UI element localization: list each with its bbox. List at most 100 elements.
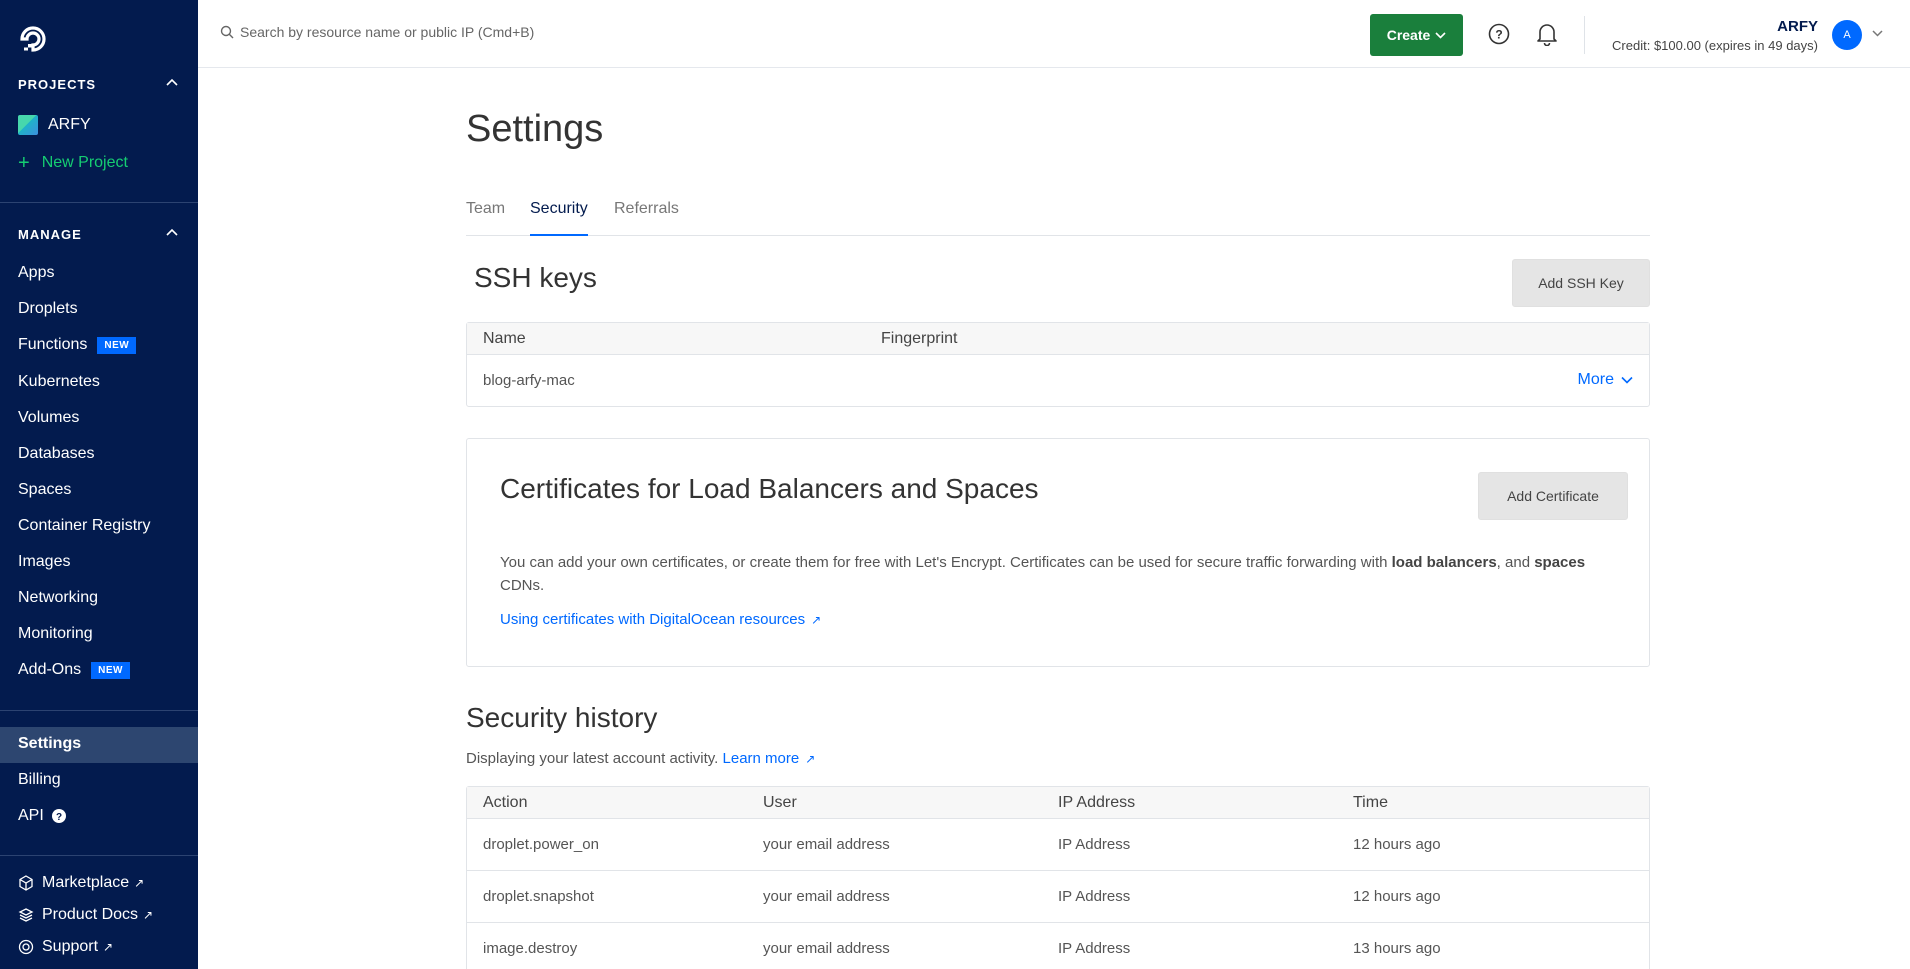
sidebar-item-label: Functions [18,336,88,353]
new-badge: NEW [97,336,137,354]
sidebar-item-add-ons[interactable]: Add-Ons NEW [18,661,130,679]
svg-text:?: ? [56,812,62,823]
notifications-bell-icon[interactable] [1536,22,1558,46]
new-project-link[interactable]: + New Project [18,153,128,173]
cell-user: your email address [763,836,890,853]
sidebar-item-kubernetes[interactable]: Kubernetes [18,373,100,391]
chevron-up-icon[interactable] [166,78,178,86]
top-bar: Create ? ARFY Credit: $100.00 (expires i… [198,0,1910,68]
ssh-keys-table: Name Fingerprint blog-arfy-mac More [466,322,1650,407]
desc-bold-load-balancers: load balancers [1391,554,1497,571]
manage-section-title: MANAGE [18,227,82,242]
sidebar-item-databases[interactable]: Databases [18,445,95,463]
chevron-up-icon[interactable] [166,228,178,236]
chevron-down-icon [1621,376,1633,384]
certificates-description: You can add your own certificates, or cr… [500,551,1620,597]
sidebar-item-functions[interactable]: Functions NEW [18,336,137,354]
help-icon[interactable]: ? [1488,23,1510,45]
page-title: Settings [466,108,604,150]
external-link-icon: ↗ [805,752,816,766]
sidebar-item-container-registry[interactable]: Container Registry [18,517,151,535]
cell-action: droplet.snapshot [483,888,594,905]
certificates-docs-link[interactable]: Using certificates with DigitalOcean res… [500,611,821,628]
topbar-divider [1584,16,1585,54]
sidebar-divider [0,855,198,856]
external-link-icon: ↗ [103,940,114,954]
sidebar-item-label: Apps [18,264,55,281]
sidebar-item-label: Droplets [18,300,78,317]
search-input[interactable] [240,24,640,40]
column-header-action: Action [483,794,528,811]
cell-user: your email address [763,888,890,905]
sidebar-item-label: Kubernetes [18,373,100,390]
learn-more-link[interactable]: Learn more ↗ [723,750,816,767]
sidebar-item-label: Volumes [18,409,80,426]
table-header: Action User IP Address Time [467,787,1649,819]
sidebar-link-product-docs[interactable]: Product Docs ↗ [18,906,153,924]
external-link-icon: ↗ [811,613,822,627]
sidebar-item-api[interactable]: API ? [18,807,66,825]
sidebar-item-volumes[interactable]: Volumes [18,409,79,427]
sidebar-item-label: Container Registry [18,517,151,534]
avatar[interactable]: A [1832,20,1862,50]
sidebar-item-spaces[interactable]: Spaces [18,481,71,499]
ssh-keys-title: SSH keys [474,262,597,293]
sidebar-divider [0,202,198,203]
table-header: Name Fingerprint [467,323,1649,355]
sidebar-item-droplets[interactable]: Droplets [18,300,78,318]
cell-ip-address: IP Address [1058,940,1131,957]
new-badge: NEW [91,661,130,679]
sidebar-divider [0,710,198,711]
chevron-down-icon [1435,31,1446,39]
cell-ip-address: IP Address [1058,836,1131,853]
svg-text:?: ? [1495,28,1502,42]
marketplace-icon [19,875,33,891]
sidebar-item-label: Networking [18,589,99,606]
link-text: Using certificates with DigitalOcean res… [500,611,806,628]
sidebar-item-networking[interactable]: Networking [18,589,98,607]
docs-icon [18,908,34,922]
add-ssh-key-button[interactable]: Add SSH Key [1512,259,1650,307]
add-certificate-button[interactable]: Add Certificate [1478,472,1628,520]
sidebar-link-marketplace[interactable]: Marketplace ↗ [18,874,144,892]
table-row: image.destroy your email address IP Addr… [467,923,1649,969]
sidebar-item-settings[interactable]: Settings [18,735,81,753]
chevron-down-icon[interactable] [1872,30,1883,37]
more-dropdown[interactable]: More [1578,371,1633,389]
sidebar-item-images[interactable]: Images [18,553,70,571]
tab-referrals[interactable]: Referrals [614,200,679,236]
sidebar-item-label: Databases [18,445,95,462]
account-credit: Credit: $100.00 (expires in 49 days) [1612,38,1818,53]
desc-text: Displaying your latest account activity. [466,750,719,767]
table-row: droplet.snapshot your email address IP A… [467,871,1649,923]
sidebar-item-label: Images [18,553,71,570]
tab-team[interactable]: Team [466,200,505,236]
new-project-label: New Project [41,154,128,171]
tab-security[interactable]: Security [530,200,588,236]
desc-bold-spaces: spaces [1534,554,1586,571]
sidebar-item-monitoring[interactable]: Monitoring [18,625,93,643]
settings-tabs: Team Security Referrals [466,200,1650,236]
create-button[interactable]: Create [1370,14,1463,56]
ssh-key-name: blog-arfy-mac [483,372,575,389]
digitalocean-logo-icon[interactable] [18,24,48,54]
sidebar-link-support[interactable]: Support ↗ [18,938,113,956]
security-history-table: Action User IP Address Time droplet.powe… [466,786,1650,969]
sidebar-item-apps[interactable]: Apps [18,264,54,282]
column-header-ip-address: IP Address [1058,794,1136,811]
account-name[interactable]: ARFY [1777,18,1818,35]
avatar-initial: A [1843,29,1851,41]
security-history-title: Security history [466,702,658,733]
table-row: blog-arfy-mac More [467,355,1649,406]
project-arfy[interactable]: ARFY [18,115,91,135]
plus-icon: + [18,152,30,174]
column-header-time: Time [1353,794,1388,811]
sidebar-item-billing[interactable]: Billing [18,771,61,789]
create-button-label: Create [1386,27,1431,43]
sidebar-item-label: API [18,807,44,824]
support-icon [18,939,34,955]
sidebar-item-label: Settings [18,735,82,752]
desc-text: You can add your own certificates, or cr… [500,554,1392,571]
desc-text: , and [1496,554,1535,571]
table-row: droplet.power_on your email address IP A… [467,819,1649,871]
